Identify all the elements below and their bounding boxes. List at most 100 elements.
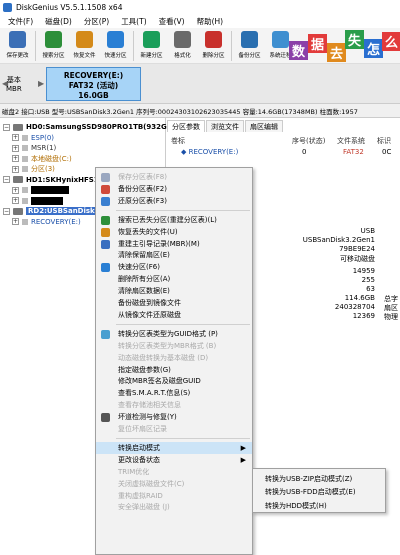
toolbar-button-search[interactable]: 搜索分区: [38, 28, 69, 62]
tree-expander-icon[interactable]: +: [12, 144, 19, 152]
tree-expander-icon[interactable]: −: [3, 123, 10, 131]
ad-character: 失: [345, 30, 364, 49]
tree-expander-icon[interactable]: +: [12, 218, 19, 225]
ad-banner[interactable]: 数据去失怎么: [287, 29, 400, 63]
redacted-label: [31, 186, 69, 194]
tree-disk-node[interactable]: − HD0:SamsungSSD980PRO1TB(932GB): [3, 122, 175, 132]
context-menu-item[interactable]: 修改MBR签名及磁盘GUID: [96, 375, 252, 387]
tree-expander-icon[interactable]: +: [12, 186, 19, 194]
detail-tabs: 分区参数 浏览文件 扇区编辑: [167, 120, 284, 132]
context-menu-item[interactable]: 快速分区(F6): [96, 261, 252, 273]
submenu-item[interactable]: 转换为HDD模式(H): [253, 499, 385, 512]
context-menu-item[interactable]: 从镜像文件还原磁盘: [96, 309, 252, 321]
context-menu-item[interactable]: 备份分区表(F2): [96, 183, 252, 195]
toolbar-button-save[interactable]: 保存更改: [2, 28, 33, 62]
context-menu-item-label: 转换分区表类型为MBR格式 (B): [118, 341, 217, 350]
disk-map-bar: ◀ 基本 MBR ▶ RECOVERY(E:) FAT32 (活动) 16.0G…: [0, 64, 400, 104]
menu-partition[interactable]: 分区(P): [78, 16, 115, 27]
info-serial: 79BE9E24: [339, 245, 375, 253]
ad-character: 据: [308, 34, 327, 53]
tree-partition-node[interactable]: + 分区(3): [12, 164, 55, 174]
toolbar-button-label: 格式化: [174, 53, 191, 59]
tree-partition-node[interactable]: + 本地磁盘(C:): [12, 154, 72, 164]
tree-disk-node[interactable]: − HD1:SKHynixHFS1: [3, 175, 99, 185]
info-capacity: 114.6GB: [344, 294, 375, 302]
context-menu-item-label: 恢复丢失的文件(U): [118, 227, 178, 236]
context-menu-item[interactable]: 转换分区表类型为GUID格式 (P): [96, 328, 252, 340]
tree-expander-icon[interactable]: +: [12, 197, 19, 204]
restore-table-icon: [101, 196, 110, 206]
tree-partition-node[interactable]: +: [12, 185, 69, 195]
context-menu-item-label: 从镜像文件还原磁盘: [118, 310, 181, 319]
submenu-arrow-icon: ▶: [240, 443, 246, 452]
column-id: 标识: [377, 137, 391, 145]
tree-partition-node[interactable]: + ESP(0): [12, 133, 54, 143]
tree-expander-icon[interactable]: −: [3, 207, 10, 215]
context-menu-item[interactable]: 坏道检测与修复(Y): [96, 411, 252, 423]
context-menu-item-label: 还原分区表(F3): [118, 196, 167, 205]
tree-expander-icon[interactable]: −: [3, 176, 10, 183]
tree-node-label: MSR(1): [31, 144, 57, 152]
context-menu-item[interactable]: 指定磁盘参数(G): [96, 364, 252, 376]
tree-expander-icon[interactable]: +: [12, 165, 19, 173]
context-menu-item-label: 关闭虚拟磁盘文件(C): [118, 479, 185, 488]
tree-expander-icon[interactable]: +: [12, 155, 19, 162]
context-menu-item[interactable]: 备份磁盘到镜像文件: [96, 297, 252, 309]
tab-partition-params[interactable]: 分区参数: [167, 120, 205, 132]
context-menu-item[interactable]: 删除所有分区(A): [96, 273, 252, 285]
context-menu-item[interactable]: 清除扇区数据(E): [96, 285, 252, 297]
menu-separator: [116, 323, 250, 325]
tree-expander-icon[interactable]: +: [12, 134, 19, 141]
tree-node-label: HD0:SamsungSSD980PRO1TB(932GB): [26, 123, 176, 131]
delete-icon: [205, 31, 222, 48]
context-menu-item-label: 坏道检测与修复(Y): [118, 413, 177, 422]
tree-partition-node[interactable]: + MSR(1): [12, 143, 56, 153]
disk-info-bar: 磁盘2 接口:USB 型号:USBSanDisk3.2Gen1 序列号:0002…: [0, 104, 400, 118]
row-id: 0C: [382, 148, 392, 156]
tree-partition-node[interactable]: +: [12, 196, 63, 206]
save-icon: [101, 173, 110, 182]
context-menu-item[interactable]: 更改设备状态 ▶: [96, 454, 252, 466]
toolbar-button-format[interactable]: 格式化: [167, 28, 198, 62]
context-menu-item-label: 保存分区表(F8): [118, 173, 167, 181]
toolbar-button-label: 保存更改: [6, 53, 29, 59]
context-menu-item[interactable]: 还原分区表(F3): [96, 195, 252, 207]
toolbar-separator: [133, 31, 134, 61]
partition-icon: [22, 134, 28, 141]
toolbar-button-delete[interactable]: 删除分区: [198, 28, 229, 62]
menu-view[interactable]: 查看(V): [153, 16, 191, 27]
menu-help[interactable]: 帮助(H): [191, 16, 230, 27]
menu-file[interactable]: 文件(F): [2, 16, 39, 27]
menu-tools[interactable]: 工具(T): [115, 16, 152, 27]
menu-bar: 文件(F) 磁盘(D) 分区(P) 工具(T) 查看(V) 帮助(H): [0, 14, 400, 28]
context-menu-item-label: 转换启动模式: [118, 443, 160, 452]
ad-character: 数: [289, 41, 308, 60]
context-menu-item[interactable]: 恢复丢失的文件(U): [96, 226, 252, 238]
next-disk-arrow-icon[interactable]: ▶: [38, 79, 44, 88]
partition-block-recovery[interactable]: RECOVERY(E:) FAT32 (活动) 16.0GB: [46, 67, 141, 101]
toolbar-button-new-partition[interactable]: 新建分区: [136, 28, 167, 62]
menu-disk[interactable]: 磁盘(D): [39, 16, 78, 27]
tab-browse-files[interactable]: 浏览文件: [206, 120, 244, 132]
context-menu-item[interactable]: 清除保留扇区(E): [96, 249, 252, 261]
info-heads: 255: [361, 276, 375, 284]
toolbar-button-label: 删除分区: [202, 53, 225, 59]
search-lost-icon: [101, 215, 110, 225]
submenu-item[interactable]: 转换为USB-FDD启动模式(E): [253, 486, 385, 499]
toolbar-button-backup[interactable]: 备份分区: [234, 28, 265, 62]
partition-icon: [22, 197, 28, 204]
tab-sector-edit[interactable]: 扇区编辑: [245, 120, 283, 132]
column-fs: 文件系统: [337, 137, 365, 145]
context-menu-item[interactable]: 查看S.M.A.R.T.信息(S): [96, 387, 252, 399]
context-menu-item[interactable]: 转换启动模式 ▶: [96, 441, 252, 454]
submenu-item[interactable]: 转换为USB-ZIP启动模式(Z): [253, 472, 385, 485]
tree-disk-node[interactable]: − RD2:USBSanDisk3.2: [3, 206, 110, 216]
tree-partition-node[interactable]: + RECOVERY(E:): [12, 217, 81, 227]
window-title: DiskGenius V5.5.1.1508 x64: [16, 2, 123, 12]
toolbar-button-recover[interactable]: 恢复文件: [69, 28, 100, 62]
context-menu-item[interactable]: 搜索已丢失分区(重建分区表)(L): [96, 214, 252, 226]
toolbar-button-quick-partition[interactable]: 快速分区: [100, 28, 131, 62]
context-menu-item: 转换分区表类型为MBR格式 (B): [96, 340, 252, 352]
context-menu-item[interactable]: 重建主引导记录(MBR)(M): [96, 238, 252, 250]
quick-partition-icon: [107, 31, 124, 48]
